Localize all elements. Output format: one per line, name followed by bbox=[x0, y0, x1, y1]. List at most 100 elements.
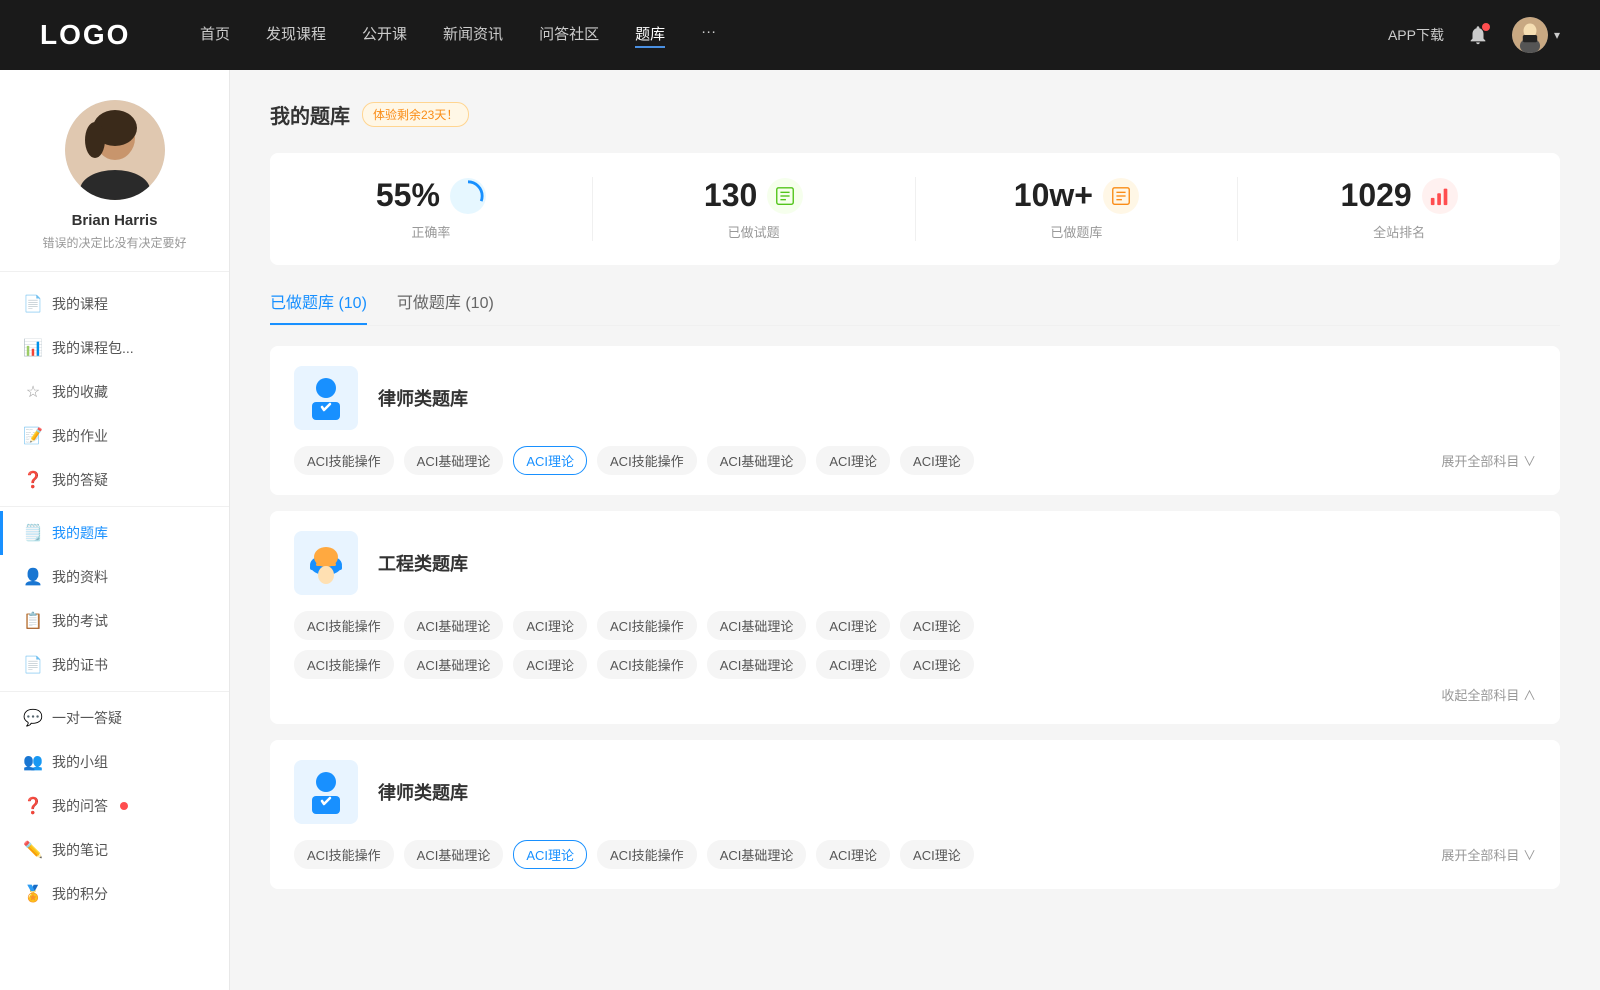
tag[interactable]: ACI理论 bbox=[513, 650, 587, 679]
tag[interactable]: ACI基础理论 bbox=[404, 650, 504, 679]
nav-courses[interactable]: 发现课程 bbox=[266, 23, 326, 48]
ranking-label: 全站排名 bbox=[1373, 222, 1425, 241]
sidebar-item-coursepack[interactable]: 📊 我的课程包... bbox=[0, 326, 229, 370]
sidebar-item-exam[interactable]: 📋 我的考试 bbox=[0, 599, 229, 643]
stat-accuracy: 55% 正确率 bbox=[270, 177, 593, 241]
chevron-down-icon: ▾ bbox=[1554, 28, 1560, 42]
tag[interactable]: ACI技能操作 bbox=[597, 446, 697, 475]
sidebar-item-courses[interactable]: 📄 我的课程 bbox=[0, 282, 229, 326]
question-icon: ❓ bbox=[24, 470, 42, 490]
exam-icon: 📋 bbox=[24, 611, 42, 631]
logo[interactable]: LOGO bbox=[40, 19, 140, 51]
sidebar-item-group[interactable]: 👥 我的小组 bbox=[0, 740, 229, 784]
sidebar-item-profile[interactable]: 👤 我的资料 bbox=[0, 555, 229, 599]
stat-ranking: 1029 全站排名 bbox=[1238, 177, 1560, 241]
stats-row: 55% 正确率 130 已 bbox=[270, 153, 1560, 265]
sidebar-item-myqa[interactable]: ❓ 我的问答 bbox=[0, 784, 229, 828]
accuracy-label: 正确率 bbox=[411, 222, 450, 241]
qbank-card-3: 律师类题库 ACI技能操作 ACI基础理论 ACI理论 ACI技能操作 ACI基… bbox=[270, 740, 1560, 889]
tag[interactable]: ACI基础理论 bbox=[404, 446, 504, 475]
nav-open[interactable]: 公开课 bbox=[362, 23, 407, 48]
tag[interactable]: ACI理论 bbox=[816, 611, 890, 640]
notes-icon: ✏️ bbox=[24, 840, 42, 860]
sidebar-item-questionbank[interactable]: 🗒️ 我的题库 bbox=[0, 511, 229, 555]
done-questions-value: 130 bbox=[704, 177, 757, 214]
sidebar-item-questions[interactable]: ❓ 我的答疑 bbox=[0, 458, 229, 502]
done-questions-icon bbox=[767, 178, 803, 214]
cert-icon: 📄 bbox=[24, 655, 42, 675]
accuracy-icon bbox=[450, 178, 486, 214]
ranking-value: 1029 bbox=[1341, 177, 1412, 214]
course-icon: 📄 bbox=[24, 294, 42, 314]
done-banks-icon bbox=[1103, 178, 1139, 214]
app-download[interactable]: APP下载 bbox=[1388, 25, 1444, 45]
tag[interactable]: ACI技能操作 bbox=[294, 611, 394, 640]
tag[interactable]: ACI基础理论 bbox=[707, 840, 807, 869]
chat-icon: 💬 bbox=[24, 708, 42, 728]
tag[interactable]: ACI理论 bbox=[513, 611, 587, 640]
tag[interactable]: ACI理论 bbox=[900, 446, 974, 475]
tag-active[interactable]: ACI理论 bbox=[513, 446, 587, 475]
tag[interactable]: ACI技能操作 bbox=[294, 446, 394, 475]
page-header: 我的题库 体验剩余23天！ bbox=[270, 100, 1560, 129]
myqa-icon: ❓ bbox=[24, 796, 42, 816]
nav-news[interactable]: 新闻资讯 bbox=[443, 23, 503, 48]
nav-questionbank[interactable]: 题库 bbox=[635, 23, 665, 48]
notification-bell[interactable] bbox=[1464, 21, 1492, 49]
tag[interactable]: ACI基础理论 bbox=[707, 446, 807, 475]
navbar-right: APP下载 ▾ bbox=[1388, 17, 1560, 53]
tag[interactable]: ACI基础理论 bbox=[404, 840, 504, 869]
tag-active[interactable]: ACI理论 bbox=[513, 840, 587, 869]
profile-icon: 👤 bbox=[24, 567, 42, 587]
sidebar-divider-1 bbox=[0, 506, 229, 507]
tag[interactable]: ACI技能操作 bbox=[597, 611, 697, 640]
tag[interactable]: ACI技能操作 bbox=[294, 840, 394, 869]
main-layout: Brian Harris 错误的决定比没有决定要好 📄 我的课程 📊 我的课程包… bbox=[0, 70, 1600, 990]
qbank-name-2: 工程类题库 bbox=[378, 550, 468, 576]
tag[interactable]: ACI理论 bbox=[900, 840, 974, 869]
tag[interactable]: ACI基础理论 bbox=[707, 611, 807, 640]
sidebar-item-notes[interactable]: ✏️ 我的笔记 bbox=[0, 828, 229, 872]
tag[interactable]: ACI技能操作 bbox=[597, 650, 697, 679]
profile-name: Brian Harris bbox=[72, 212, 158, 229]
star-icon: ☆ bbox=[24, 382, 42, 402]
tag[interactable]: ACI技能操作 bbox=[597, 840, 697, 869]
tag[interactable]: ACI理论 bbox=[900, 650, 974, 679]
tag[interactable]: ACI基础理论 bbox=[707, 650, 807, 679]
sidebar-item-cert[interactable]: 📄 我的证书 bbox=[0, 643, 229, 687]
qbank-engineer-icon bbox=[294, 531, 358, 595]
sidebar-menu: 📄 我的课程 📊 我的课程包... ☆ 我的收藏 📝 我的作业 ❓ 我的答疑 � bbox=[0, 282, 229, 916]
tag[interactable]: ACI理论 bbox=[816, 446, 890, 475]
qbank-name-3: 律师类题库 bbox=[378, 779, 468, 805]
profile-motto: 错误的决定比没有决定要好 bbox=[42, 234, 186, 251]
tag[interactable]: ACI理论 bbox=[816, 840, 890, 869]
user-avatar-wrap[interactable]: ▾ bbox=[1512, 17, 1560, 53]
sidebar-item-favorites[interactable]: ☆ 我的收藏 bbox=[0, 370, 229, 414]
expand-link-3[interactable]: 展开全部科目 ∨ bbox=[1441, 845, 1536, 864]
tag[interactable]: ACI理论 bbox=[816, 650, 890, 679]
ranking-icon bbox=[1422, 178, 1458, 214]
sidebar-item-1on1[interactable]: 💬 一对一答疑 bbox=[0, 696, 229, 740]
accuracy-value: 55% bbox=[376, 177, 440, 214]
avatar bbox=[1512, 17, 1548, 53]
nav-more[interactable]: ··· bbox=[701, 23, 716, 48]
qa-dot bbox=[120, 802, 128, 810]
sidebar-item-homework[interactable]: 📝 我的作业 bbox=[0, 414, 229, 458]
nav-home[interactable]: 首页 bbox=[200, 23, 230, 48]
tab-available[interactable]: 可做题库 (10) bbox=[397, 289, 494, 325]
qbank-name-1: 律师类题库 bbox=[378, 385, 468, 411]
tag[interactable]: ACI理论 bbox=[900, 611, 974, 640]
tag[interactable]: ACI基础理论 bbox=[404, 611, 504, 640]
nav-qa[interactable]: 问答社区 bbox=[539, 23, 599, 48]
tab-done[interactable]: 已做题库 (10) bbox=[270, 289, 367, 325]
qbank2-tags-row1: ACI技能操作 ACI基础理论 ACI理论 ACI技能操作 ACI基础理论 AC… bbox=[294, 611, 1536, 640]
expand-link-1[interactable]: 展开全部科目 ∨ bbox=[1441, 451, 1536, 470]
coursepack-icon: 📊 bbox=[24, 338, 42, 358]
homework-icon: 📝 bbox=[24, 426, 42, 446]
sidebar-item-points[interactable]: 🏅 我的积分 bbox=[0, 872, 229, 916]
qbank-lawyer-icon-1 bbox=[294, 366, 358, 430]
points-icon: 🏅 bbox=[24, 884, 42, 904]
tag[interactable]: ACI技能操作 bbox=[294, 650, 394, 679]
collapse-link-2[interactable]: 收起全部科目 ∧ bbox=[294, 685, 1536, 704]
qbank-lawyer-icon-3 bbox=[294, 760, 358, 824]
